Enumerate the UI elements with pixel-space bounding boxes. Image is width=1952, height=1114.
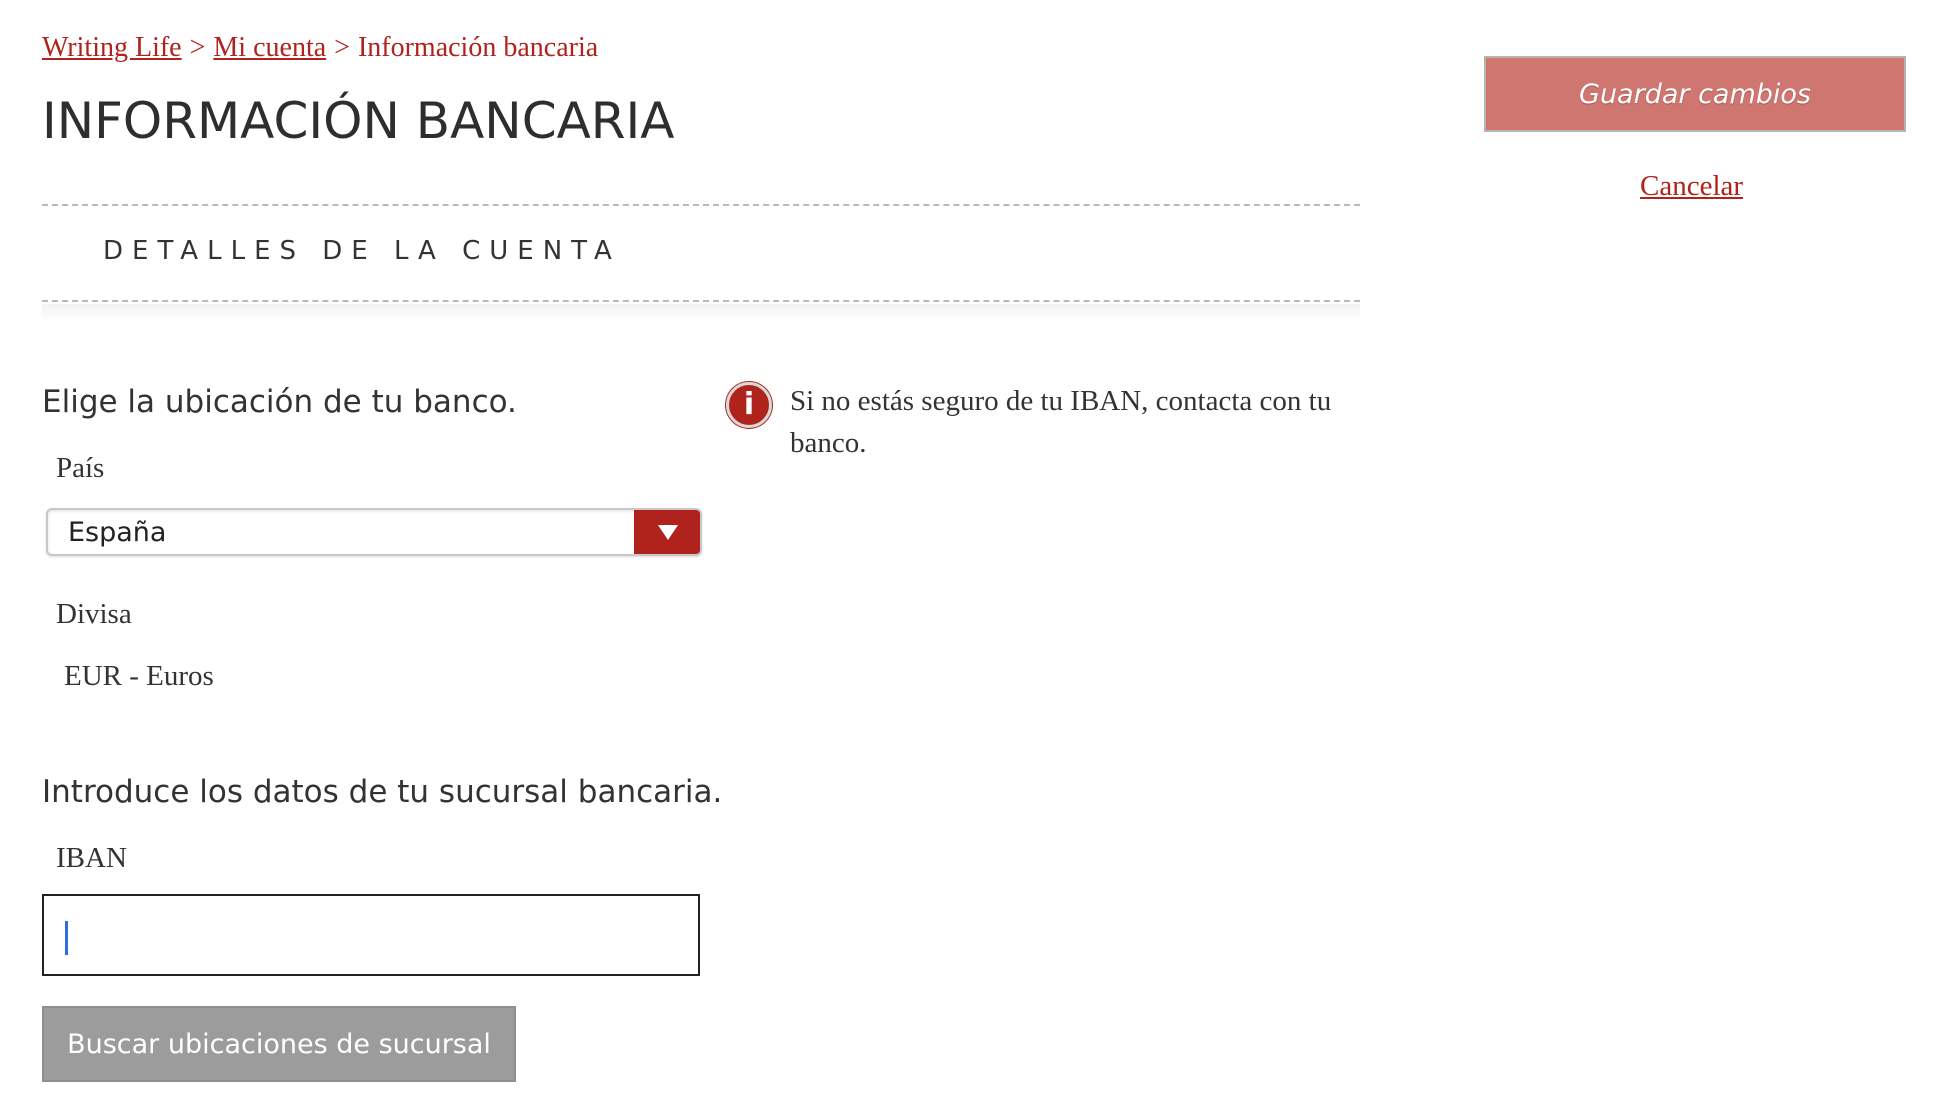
breadcrumb-separator: > bbox=[334, 32, 350, 63]
chevron-down-icon[interactable] bbox=[634, 510, 700, 554]
breadcrumb-link-mi-cuenta[interactable]: Mi cuenta bbox=[213, 32, 326, 63]
country-select[interactable]: España bbox=[46, 508, 702, 556]
breadcrumb-separator: > bbox=[189, 32, 206, 63]
save-changes-button[interactable]: Guardar cambios bbox=[1484, 56, 1906, 132]
iban-input[interactable] bbox=[44, 896, 698, 974]
currency-label: Divisa bbox=[56, 598, 132, 630]
text-cursor bbox=[65, 921, 68, 955]
bank-location-prompt: Elige la ubicación de tu banco. bbox=[42, 384, 517, 420]
country-select-value: España bbox=[68, 517, 167, 548]
search-branch-button[interactable]: Buscar ubicaciones de sucursal bbox=[42, 1006, 516, 1082]
breadcrumb-current: Información bancaria bbox=[357, 32, 599, 63]
iban-help-text: Si no estás seguro de tu IBAN, contacta … bbox=[790, 385, 1332, 459]
iban-field-wrapper bbox=[42, 894, 700, 976]
section-divider-bottom bbox=[42, 300, 1360, 302]
breadcrumb: Writing Life > Mi cuenta > Información banca… bbox=[42, 32, 598, 64]
breadcrumb-link-writing-life[interactable]: Writing Life bbox=[42, 32, 182, 63]
country-label: País bbox=[56, 452, 105, 484]
cancel-link[interactable]: Cancelar bbox=[1640, 170, 1743, 203]
page-title: INFORMACIÓN BANCARIA bbox=[42, 92, 675, 150]
section-title: DETALLES DE LA CUENTA bbox=[103, 236, 621, 266]
iban-label: IBAN bbox=[56, 842, 127, 874]
info-icon: i bbox=[726, 382, 772, 428]
section-divider-top bbox=[42, 204, 1360, 206]
branch-details-prompt: Introduce los datos de tu sucursal banca… bbox=[42, 774, 723, 810]
currency-value: EUR - Euros bbox=[64, 660, 214, 692]
section-shadow bbox=[42, 304, 1360, 322]
